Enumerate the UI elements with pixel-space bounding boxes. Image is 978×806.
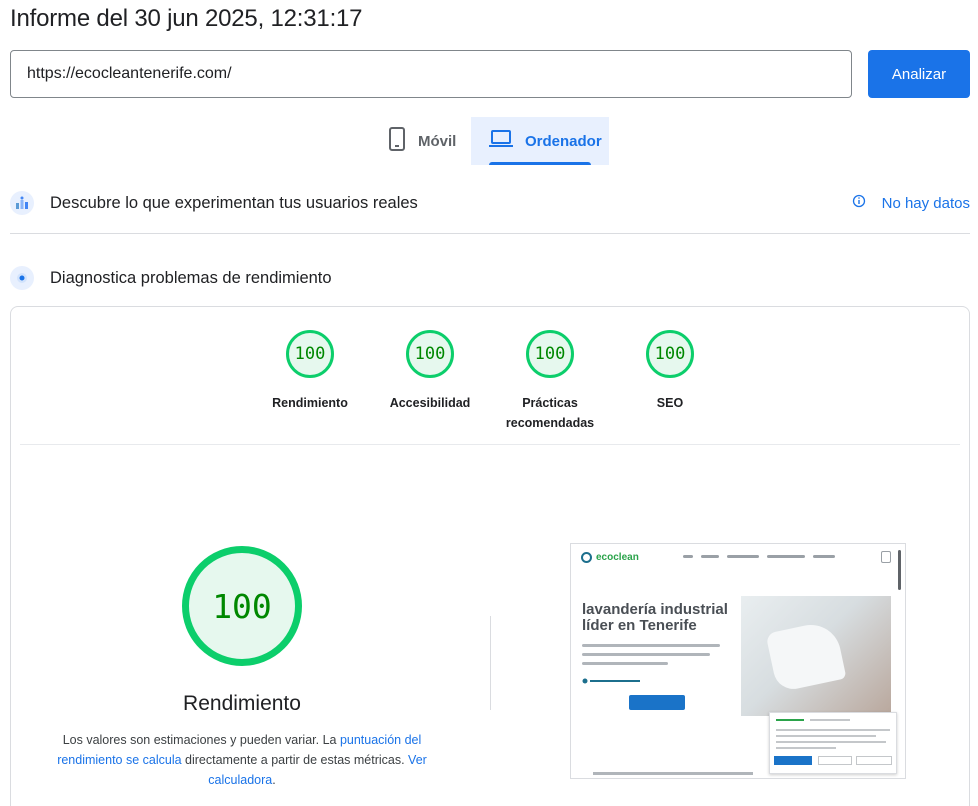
crux-title: Descubre lo que experimentan tus usuario…	[50, 193, 418, 212]
desc-text: Los valores son estimaciones y pueden va…	[62, 733, 340, 747]
no-data-label: No hay datos	[881, 194, 970, 212]
thumb-logo: ecoclean	[581, 552, 639, 563]
active-tab-indicator	[489, 162, 591, 165]
thumb-body-text	[582, 644, 720, 671]
cart-icon	[881, 551, 891, 563]
url-input[interactable]	[10, 50, 852, 98]
thumb-cta-button	[629, 695, 685, 710]
performance-title: Rendimiento	[183, 692, 301, 715]
lighthouse-icon	[10, 266, 34, 290]
laptop-icon	[489, 129, 513, 153]
users-chart-icon	[10, 191, 34, 215]
score-value: 100	[646, 330, 694, 378]
diagnose-section-header: Diagnostica problemas de rendimiento	[10, 266, 970, 290]
thumb-headline-line: líder en Tenerife	[582, 617, 697, 634]
desc-text: .	[272, 773, 276, 787]
section-divider	[10, 233, 970, 234]
performance-score-gauge: 100	[182, 546, 302, 666]
score-gauge-seo[interactable]: 100 SEO	[620, 330, 720, 413]
no-data-link[interactable]: No hay datos	[852, 194, 970, 212]
thumb-nav	[683, 555, 835, 558]
score-label: Rendimiento	[272, 396, 348, 410]
thumb-scrollbar	[898, 550, 901, 590]
performance-description: Los valores son estimaciones y pueden va…	[52, 730, 432, 790]
gauges-divider	[20, 444, 960, 445]
tab-desktop-label: Ordenador	[525, 132, 602, 150]
score-value: 100	[526, 330, 574, 378]
report-title: Informe del 30 jun 2025, 12:31:17	[10, 5, 363, 32]
score-label: SEO	[656, 396, 684, 410]
diagnose-title: Diagnostica problemas de rendimiento	[50, 268, 332, 287]
smartphone-icon	[388, 127, 406, 155]
page-screenshot-thumbnail[interactable]: ecoclean lavandería industrial líder en …	[570, 543, 906, 779]
thumb-hero-photo	[741, 596, 891, 716]
score-label: Accesibilidad	[389, 396, 471, 410]
thumb-headline-line: lavandería industrial	[582, 601, 728, 618]
score-value: 100	[406, 330, 454, 378]
tab-mobile[interactable]: Móvil	[370, 117, 474, 165]
score-gauge-best-practices[interactable]: 100 Prácticas recomendadas	[500, 330, 600, 433]
analyze-button[interactable]: Analizar	[868, 50, 970, 98]
thumb-cookie-banner	[769, 712, 897, 774]
logo-icon	[581, 552, 592, 563]
crux-section-header: Descubre lo que experimentan tus usuario…	[10, 191, 970, 215]
score-gauge-performance[interactable]: 100 Rendimiento	[260, 330, 360, 413]
tab-desktop[interactable]: Ordenador	[471, 117, 609, 165]
score-gauge-accessibility[interactable]: 100 Accesibilidad	[380, 330, 480, 413]
thumb-headline: lavandería industrial líder en Tenerife	[582, 602, 728, 634]
desc-text: directamente a partir de estas métricas.	[181, 753, 409, 767]
score-value: 100	[286, 330, 334, 378]
tab-mobile-label: Móvil	[418, 132, 457, 150]
thumb-link	[582, 678, 642, 686]
score-label: Prácticas recomendadas	[505, 396, 595, 430]
thumb-logo-text: ecoclean	[596, 552, 639, 563]
info-icon	[852, 194, 866, 212]
thumb-footer-text	[593, 772, 753, 775]
vertical-divider	[490, 616, 491, 710]
